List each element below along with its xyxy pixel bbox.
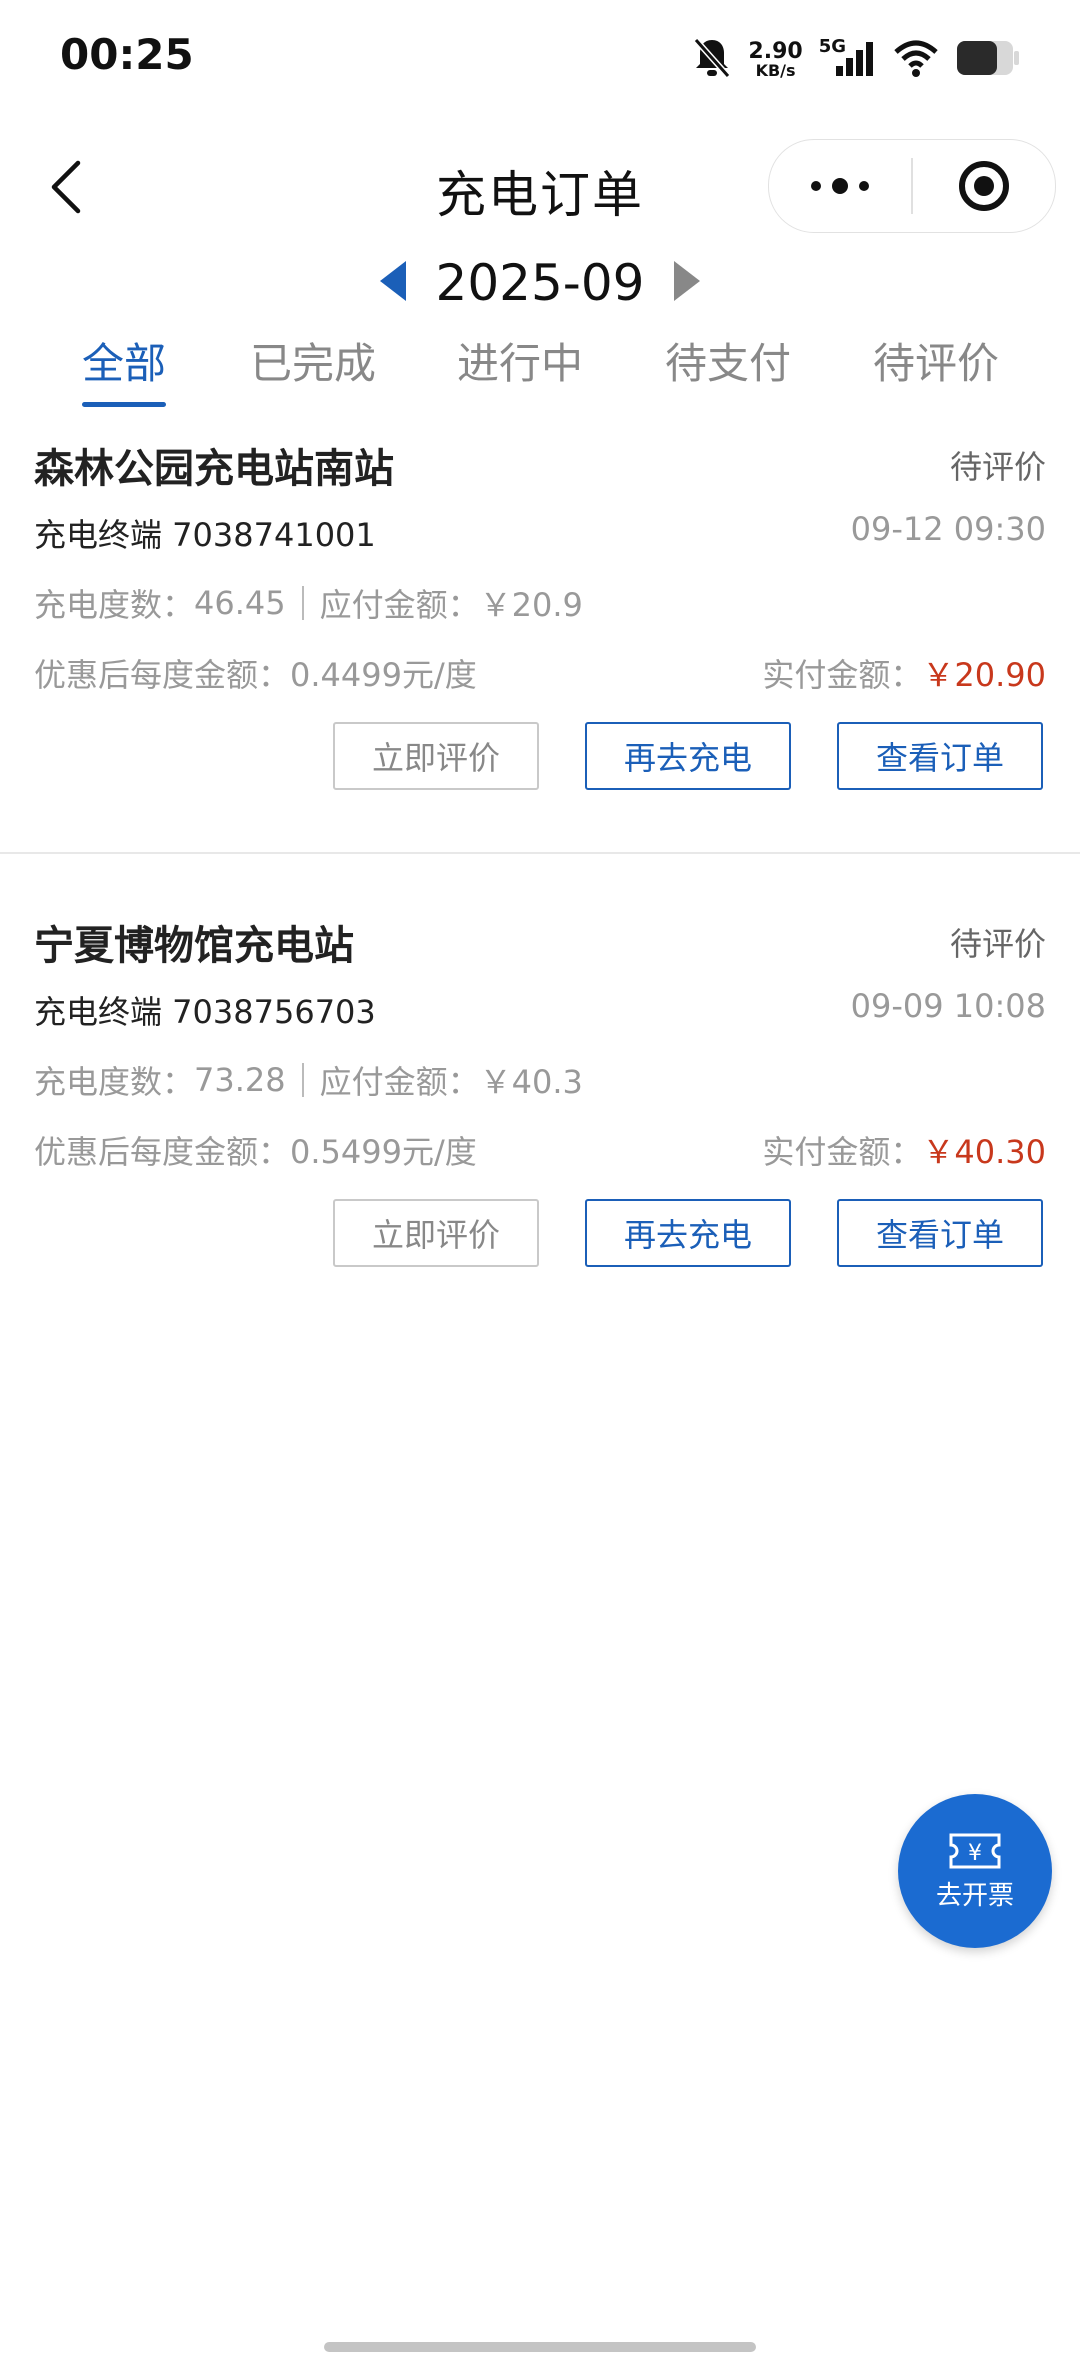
due-amount: ￥40.3 bbox=[479, 1063, 583, 1101]
invoice-ticket-icon: ¥ bbox=[949, 1833, 1001, 1868]
terminal-id: 充电终端 7038756703 bbox=[34, 993, 376, 1031]
fab-label: 去开票 bbox=[935, 1880, 1014, 1911]
tab-completed[interactable]: 已完成 bbox=[250, 330, 376, 391]
order-card[interactable]: 森林公园充电站南站 待评价 充电终端 7038741001 09-12 09:3… bbox=[0, 430, 1080, 850]
target-circle-icon bbox=[959, 161, 1009, 211]
unit-price: 优惠后每度金额：0.5499元/度 bbox=[34, 1127, 477, 1173]
paid-value: ￥20.90 bbox=[922, 656, 1046, 694]
due-label: 应付金额： bbox=[319, 586, 480, 624]
summary-divider bbox=[301, 1063, 304, 1097]
terminal-id: 充电终端 7038741001 bbox=[34, 516, 376, 554]
kwh-label: 充电度数： bbox=[34, 1063, 195, 1101]
order-time: 09-12 09:30 bbox=[850, 510, 1046, 548]
net-speed: 2.90 KB/s bbox=[748, 41, 802, 79]
order-status: 待评价 bbox=[949, 925, 1046, 963]
rate-now-button[interactable]: 立即评价 bbox=[333, 1199, 539, 1267]
unit-price-label: 优惠后每度金额： bbox=[34, 1133, 291, 1171]
station-name: 宁夏博物馆充电站 bbox=[34, 923, 354, 969]
tab-all[interactable]: 全部 bbox=[82, 330, 166, 391]
rate-now-button[interactable]: 立即评价 bbox=[333, 722, 539, 790]
wifi-icon bbox=[892, 38, 940, 82]
kwh-value: 46.45 bbox=[194, 584, 286, 622]
status-time: 00:25 bbox=[60, 30, 194, 79]
mini-program-capsule bbox=[768, 139, 1056, 233]
status-icons: 2.90 KB/s 5G bbox=[692, 30, 1020, 90]
paid-amount: 实付金额：￥20.90 bbox=[762, 650, 1046, 696]
paid-label: 实付金额： bbox=[762, 656, 923, 694]
paid-label: 实付金额： bbox=[762, 1133, 923, 1171]
home-indicator[interactable] bbox=[324, 2342, 756, 2352]
order-time: 09-09 10:08 bbox=[850, 987, 1046, 1025]
invoice-icon-symbol: ¥ bbox=[968, 1841, 982, 1866]
issue-invoice-button[interactable]: ¥ 去开票 bbox=[898, 1794, 1052, 1948]
nav-bar: 充电订单 bbox=[0, 135, 1080, 245]
unit-price-value: 0.5499元/度 bbox=[290, 1133, 477, 1171]
summary-divider bbox=[301, 586, 304, 620]
kwh-label: 充电度数： bbox=[34, 586, 195, 624]
station-name: 森林公园充电站南站 bbox=[34, 446, 394, 492]
current-month: 2025-09 bbox=[435, 254, 645, 312]
tab-active-indicator bbox=[82, 402, 166, 407]
more-dots-icon bbox=[811, 178, 869, 194]
kwh-value: 73.28 bbox=[194, 1061, 286, 1099]
month-selector: 2025-09 bbox=[0, 248, 1080, 318]
card-divider bbox=[0, 852, 1080, 854]
tab-in-progress[interactable]: 进行中 bbox=[457, 330, 583, 391]
unit-price: 优惠后每度金额：0.4499元/度 bbox=[34, 650, 477, 696]
order-status: 待评价 bbox=[949, 448, 1046, 486]
mute-bell-icon bbox=[692, 36, 732, 84]
order-tabs: 全部 已完成 进行中 待支付 待评价 bbox=[0, 330, 1080, 410]
paid-amount: 实付金额：￥40.30 bbox=[762, 1127, 1046, 1173]
triangle-left-icon bbox=[379, 261, 406, 301]
view-order-button[interactable]: 查看订单 bbox=[837, 1199, 1043, 1267]
charge-summary: 充电度数： 46.45 应付金额： ￥20.9 bbox=[34, 580, 583, 626]
more-button[interactable] bbox=[769, 140, 911, 232]
due-label: 应付金额： bbox=[319, 1063, 480, 1101]
triangle-right-icon bbox=[674, 261, 701, 301]
charge-again-button[interactable]: 再去充电 bbox=[585, 722, 791, 790]
order-card[interactable]: 宁夏博物馆充电站 待评价 充电终端 7038756703 09-09 10:08… bbox=[0, 907, 1080, 1327]
charge-again-button[interactable]: 再去充电 bbox=[585, 1199, 791, 1267]
close-miniprogram-button[interactable] bbox=[913, 140, 1055, 232]
view-order-button[interactable]: 查看订单 bbox=[837, 722, 1043, 790]
next-month-button[interactable] bbox=[672, 259, 702, 307]
charge-summary: 充电度数： 73.28 应付金额： ￥40.3 bbox=[34, 1057, 583, 1103]
due-amount: ￥20.9 bbox=[479, 586, 583, 624]
unit-price-label: 优惠后每度金额： bbox=[34, 656, 291, 694]
unit-price-value: 0.4499元/度 bbox=[290, 656, 477, 694]
net-speed-unit: KB/s bbox=[755, 61, 796, 80]
tab-pending-payment[interactable]: 待支付 bbox=[665, 330, 791, 391]
network-type: 5G bbox=[818, 35, 846, 57]
tab-pending-review[interactable]: 待评价 bbox=[873, 330, 999, 391]
net-speed-value: 2.90 bbox=[748, 39, 803, 64]
status-bar: 00:25 2.90 KB/s 5G bbox=[0, 0, 1080, 120]
prev-month-button[interactable] bbox=[378, 259, 408, 307]
battery-icon bbox=[956, 39, 1020, 81]
paid-value: ￥40.30 bbox=[922, 1133, 1046, 1171]
